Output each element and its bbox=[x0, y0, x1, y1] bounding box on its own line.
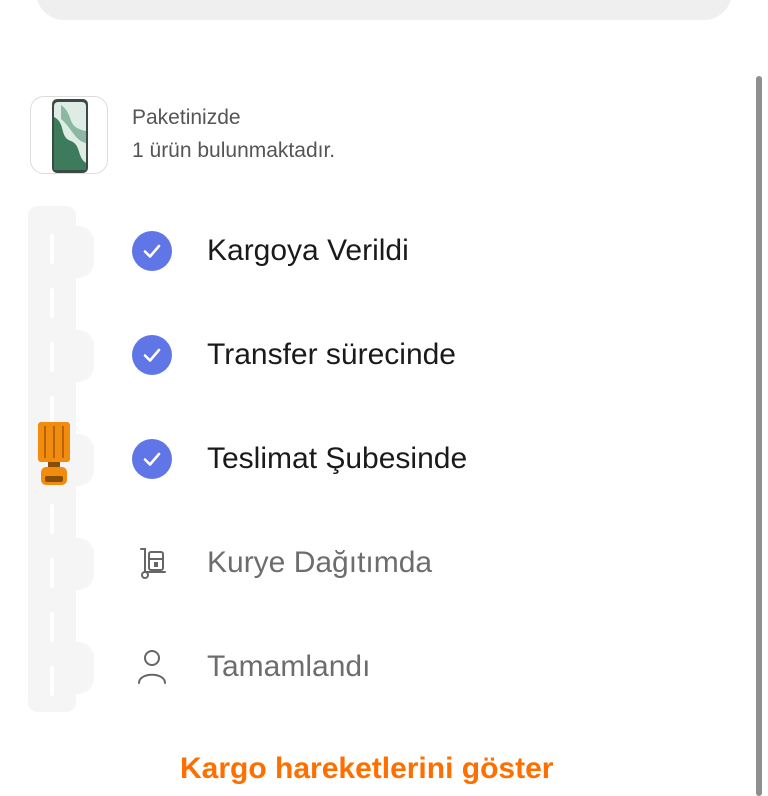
product-thumbnail[interactable] bbox=[30, 96, 108, 174]
check-icon bbox=[130, 229, 174, 273]
timeline-bump bbox=[62, 330, 94, 382]
step-kargoya-verildi: Kargoya Verildi bbox=[130, 229, 690, 273]
show-cargo-movements-link[interactable]: Kargo hareketlerini göster bbox=[180, 752, 553, 786]
step-label: Kurye Dağıtımda bbox=[207, 546, 433, 579]
step-tamamlandi: Tamamlandı bbox=[130, 645, 690, 689]
step-transfer-surecinde: Transfer sürecinde bbox=[130, 333, 690, 377]
step-teslimat-subesinde: Teslimat Şubesinde bbox=[130, 437, 690, 481]
truck-icon bbox=[36, 420, 72, 493]
step-kurye-dagitimda: Kurye Dağıtımda bbox=[130, 541, 690, 585]
road-dash bbox=[50, 504, 54, 534]
step-label: Teslimat Şubesinde bbox=[207, 442, 468, 475]
road-dash bbox=[50, 234, 54, 264]
package-info-line2: 1 ürün bulunmaktadır. bbox=[132, 139, 336, 162]
hand-truck-icon bbox=[130, 541, 174, 585]
person-icon bbox=[130, 645, 174, 689]
check-icon bbox=[130, 333, 174, 377]
road-dash bbox=[50, 288, 54, 318]
package-info-line1: Paketinizde bbox=[132, 106, 241, 129]
road-dash bbox=[50, 558, 54, 588]
timeline-bump bbox=[62, 642, 94, 694]
step-label: Tamamlandı bbox=[207, 650, 371, 683]
timeline-bump bbox=[62, 226, 94, 278]
check-icon bbox=[130, 437, 174, 481]
road-dash bbox=[50, 612, 54, 642]
search-bar[interactable] bbox=[36, 0, 732, 20]
step-label: Transfer sürecinde bbox=[207, 338, 456, 371]
timeline-bump bbox=[62, 538, 94, 590]
road-dash bbox=[50, 342, 54, 372]
step-label: Kargoya Verildi bbox=[207, 234, 409, 267]
road-dash bbox=[50, 666, 54, 696]
scrollbar[interactable] bbox=[756, 76, 762, 796]
